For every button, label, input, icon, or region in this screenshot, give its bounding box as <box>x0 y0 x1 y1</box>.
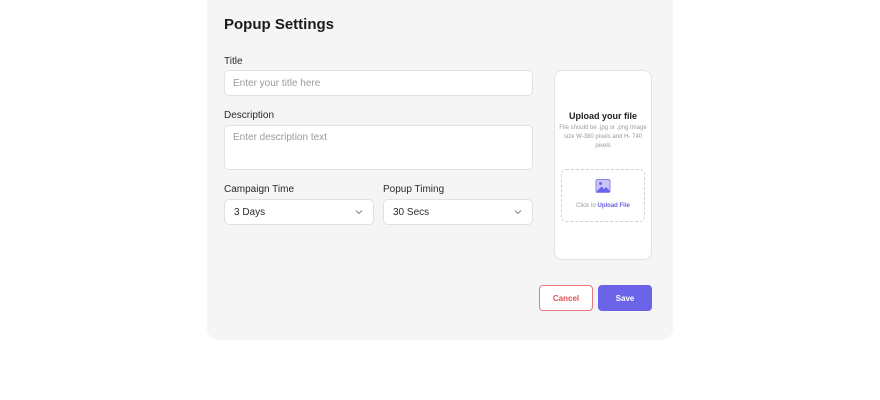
popup-settings-card: Popup Settings Title Description Campaig… <box>207 0 673 340</box>
upload-cta: Click to Upload File <box>562 203 644 209</box>
campaign-time-label: Campaign Time <box>224 184 295 195</box>
upload-click-text: Click to <box>576 203 598 209</box>
save-button[interactable]: Save <box>598 285 652 311</box>
description-input[interactable] <box>224 125 533 170</box>
chevron-down-icon <box>514 210 522 215</box>
title-label: Title <box>224 56 243 67</box>
upload-title: Upload your file <box>568 111 637 121</box>
page-title: Popup Settings <box>224 16 334 33</box>
upload-dropzone[interactable]: Click to Upload File <box>561 169 645 222</box>
image-icon <box>595 179 611 193</box>
upload-hint: File should be .jpg or .png Image size W… <box>559 125 647 149</box>
campaign-time-select[interactable]: 3 Days <box>224 199 374 225</box>
title-input[interactable] <box>224 70 533 96</box>
chevron-down-icon <box>355 210 363 215</box>
popup-timing-value: 30 Secs <box>393 206 430 218</box>
campaign-time-value: 3 Days <box>234 206 266 218</box>
popup-timing-select[interactable]: 30 Secs <box>383 199 533 225</box>
upload-panel: Upload your file File should be .jpg or … <box>554 70 652 260</box>
popup-timing-label: Popup Timing <box>383 184 445 195</box>
description-label: Description <box>224 110 275 121</box>
upload-file-link[interactable]: Upload File <box>598 203 630 209</box>
cancel-button[interactable]: Cancel <box>539 285 593 311</box>
